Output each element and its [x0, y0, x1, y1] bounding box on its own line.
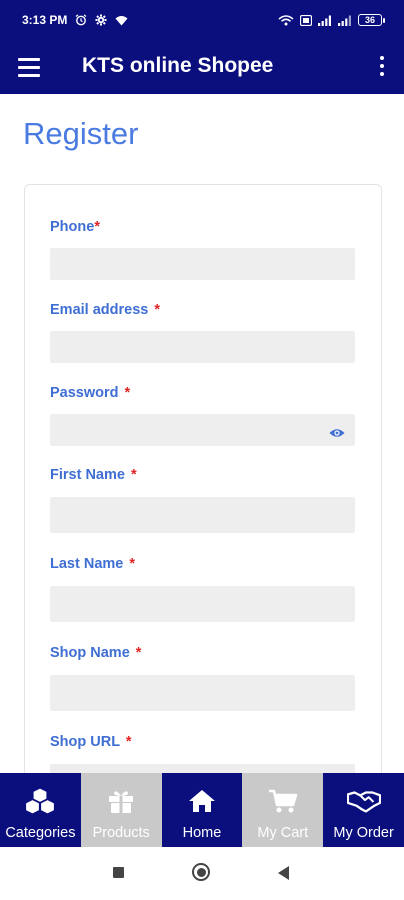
status-left: 3:13 PM	[22, 13, 128, 27]
gift-icon	[104, 786, 138, 816]
cubes-icon	[23, 786, 57, 816]
email-label: Email address *	[50, 302, 160, 318]
password-label: Password *	[50, 385, 130, 401]
shop-url-label: Shop URL *	[50, 734, 132, 750]
nav-label-categories: Categories	[5, 825, 76, 841]
last-name-input[interactable]	[50, 586, 355, 622]
last-name-label-text: Last Name	[50, 556, 128, 572]
home-icon	[185, 786, 219, 816]
app-bar: KTS online Shopee	[0, 40, 404, 94]
shop-name-input[interactable]	[50, 675, 355, 711]
required-marker: *	[154, 302, 161, 318]
first-name-input[interactable]	[50, 497, 355, 533]
required-marker: *	[125, 734, 132, 750]
handshake-icon	[346, 786, 381, 816]
shop-name-label: Shop Name *	[50, 645, 141, 661]
phone-label-text: Phone	[50, 219, 95, 235]
alarm-icon	[75, 14, 87, 26]
nav-item-my-cart[interactable]: My Cart	[242, 773, 324, 847]
nav-item-categories[interactable]: Categories	[0, 773, 81, 847]
page-title: Register	[23, 116, 139, 151]
password-label-text: Password	[50, 385, 123, 401]
shop-url-label-text: Shop URL	[50, 734, 124, 750]
phone-label: Phone*	[50, 219, 100, 235]
nav-item-products[interactable]: Products	[80, 773, 162, 847]
nav-label-my-order: My Order	[333, 825, 394, 841]
signal-strength-icon-2	[338, 15, 352, 26]
nav-label-home: Home	[182, 825, 222, 841]
signal-strength-icon	[318, 15, 332, 26]
bottom-nav: Categories Products Home My Cart My Orde…	[0, 773, 404, 847]
password-input[interactable]	[50, 414, 355, 446]
required-marker: *	[129, 556, 136, 572]
volte-icon	[300, 14, 312, 26]
required-marker: *	[130, 467, 137, 483]
nav-label-my-cart: My Cart	[257, 825, 309, 841]
status-right: 36	[278, 14, 385, 26]
eye-icon[interactable]	[329, 427, 345, 439]
system-nav-bar	[0, 847, 404, 900]
last-name-label: Last Name *	[50, 556, 135, 572]
nav-item-my-order[interactable]: My Order	[323, 773, 404, 847]
more-vert-icon[interactable]	[372, 53, 392, 79]
back-triangle-icon[interactable]	[278, 866, 289, 880]
phone-input[interactable]	[50, 248, 355, 280]
cart-icon	[266, 786, 300, 816]
first-name-label-text: First Name	[50, 467, 129, 483]
nav-item-home[interactable]: Home	[161, 773, 243, 847]
settings-gear-icon	[95, 14, 107, 26]
email-label-text: Email address	[50, 302, 153, 318]
required-marker: *	[135, 645, 142, 661]
home-circle-icon[interactable]	[192, 863, 210, 881]
hamburger-menu-icon[interactable]	[18, 54, 46, 80]
app-title: KTS online Shopee	[82, 54, 274, 77]
battery-level: 36	[364, 15, 375, 25]
status-bar: 3:13 PM 36	[0, 0, 404, 40]
nav-label-products: Products	[92, 825, 150, 841]
wifi-calling-icon	[278, 14, 294, 26]
required-marker: *	[94, 219, 100, 235]
email-input[interactable]	[50, 331, 355, 363]
recent-apps-icon[interactable]	[113, 867, 124, 878]
status-time: 3:13 PM	[22, 13, 68, 27]
wifi-icon	[115, 15, 128, 26]
shop-name-label-text: Shop Name	[50, 645, 134, 661]
battery-icon: 36	[358, 14, 385, 26]
first-name-label: First Name *	[50, 467, 137, 483]
required-marker: *	[124, 385, 131, 401]
